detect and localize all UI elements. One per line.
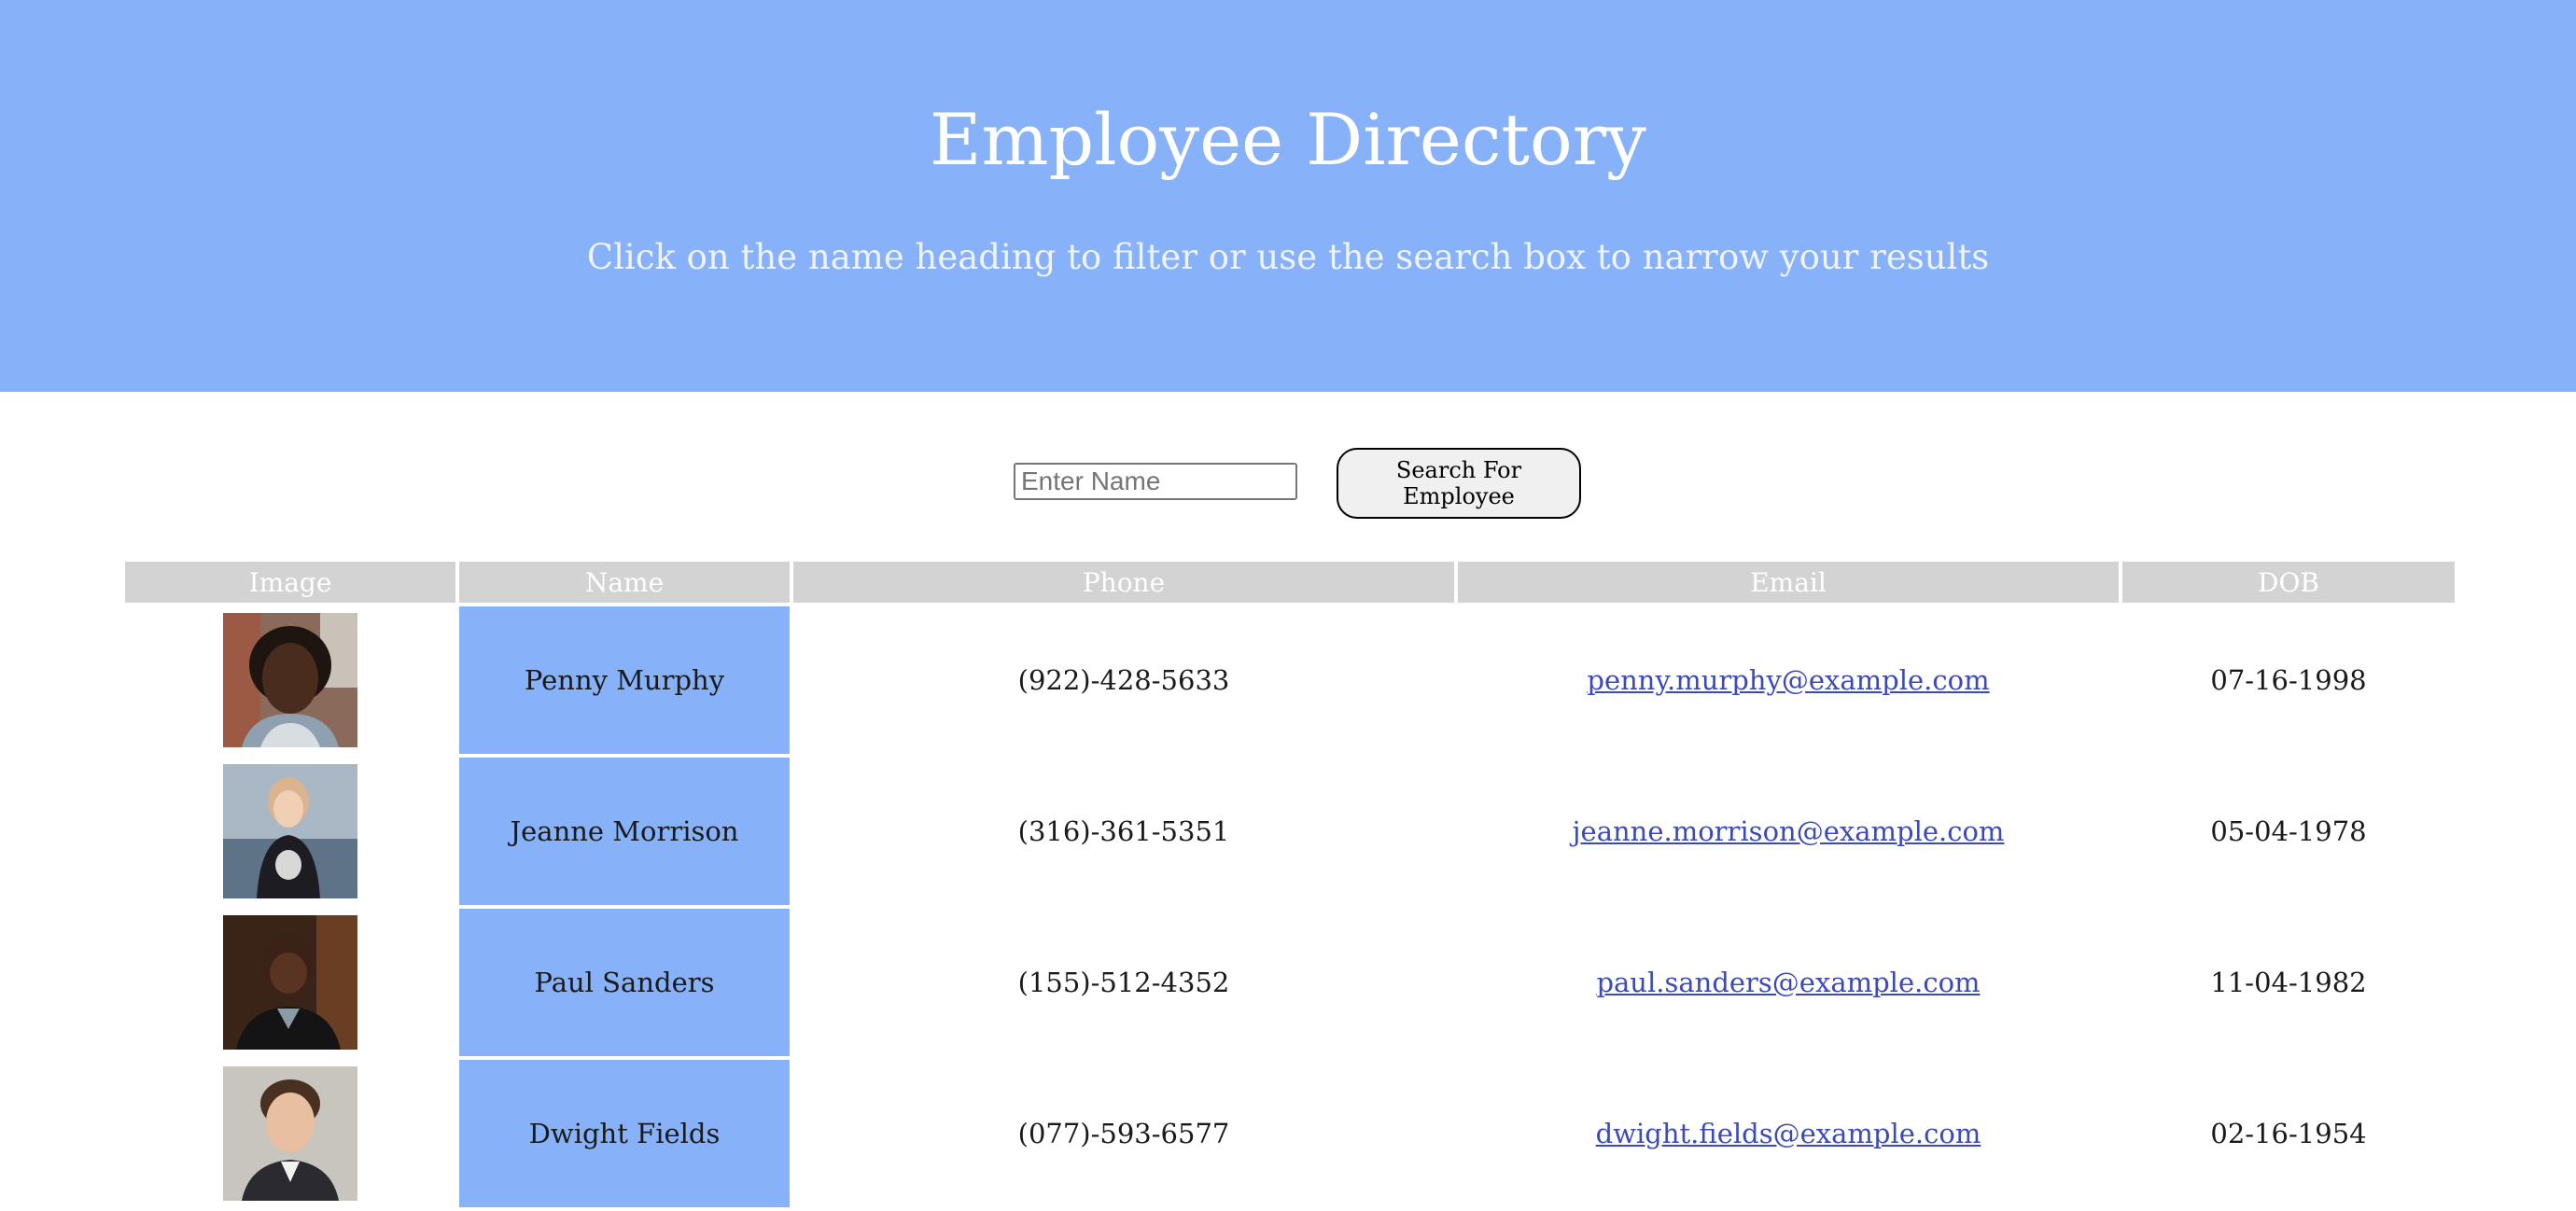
- email-cell: penny.murphy@example.com: [1458, 606, 2119, 754]
- employee-email-link[interactable]: jeanne.morrison@example.com: [1573, 815, 2005, 847]
- employee-name: Penny Murphy: [459, 606, 790, 754]
- employee-email-link[interactable]: penny.murphy@example.com: [1587, 664, 1989, 696]
- employee-photo: [223, 1066, 357, 1201]
- search-input[interactable]: [1014, 463, 1297, 500]
- image-cell: [125, 1060, 455, 1207]
- employee-photo: [223, 915, 357, 1050]
- employee-dob: 07-16-1998: [2210, 664, 2367, 696]
- employee-name: Dwight Fields: [459, 1060, 790, 1207]
- employee-table: Image Name Phone Email DOB Penny Murphy …: [121, 558, 2458, 1211]
- column-header-image: Image: [125, 562, 455, 603]
- table-row: Dwight Fields (077)-593-6577 dwight.fiel…: [125, 1060, 2455, 1207]
- employee-name: Paul Sanders: [459, 909, 790, 1056]
- employee-dob: 02-16-1954: [2210, 1118, 2367, 1149]
- table-row: Jeanne Morrison (316)-361-5351 jeanne.mo…: [125, 758, 2455, 905]
- employee-phone: (077)-593-6577: [1017, 1118, 1230, 1149]
- employee-dob: 11-04-1982: [2210, 967, 2367, 998]
- table-row: Paul Sanders (155)-512-4352 paul.sanders…: [125, 909, 2455, 1056]
- page-header: Employee Directory Click on the name hea…: [0, 0, 2576, 392]
- employee-photo: [223, 764, 357, 898]
- page-subtitle: Click on the name heading to filter or u…: [586, 237, 1990, 277]
- table-header-row: Image Name Phone Email DOB: [125, 562, 2455, 603]
- employee-name: Jeanne Morrison: [459, 758, 790, 905]
- employee-email-link[interactable]: paul.sanders@example.com: [1596, 967, 1980, 998]
- employee-email-link[interactable]: dwight.fields@example.com: [1596, 1118, 1981, 1149]
- column-header-dob: DOB: [2122, 562, 2455, 603]
- employee-photo: [223, 613, 357, 747]
- employee-phone: (316)-361-5351: [1017, 815, 1230, 847]
- employee-phone: (155)-512-4352: [1017, 967, 1230, 998]
- search-button[interactable]: Search For Employee: [1337, 448, 1581, 519]
- table-row: Penny Murphy (922)-428-5633 penny.murphy…: [125, 606, 2455, 754]
- column-header-phone: Phone: [793, 562, 1454, 603]
- email-cell: paul.sanders@example.com: [1458, 909, 2119, 1056]
- image-cell: [125, 909, 455, 1056]
- email-cell: dwight.fields@example.com: [1458, 1060, 2119, 1207]
- page-title: Employee Directory: [930, 98, 1646, 181]
- column-header-name[interactable]: Name: [459, 562, 790, 603]
- image-cell: [125, 606, 455, 754]
- column-header-email: Email: [1458, 562, 2119, 603]
- email-cell: jeanne.morrison@example.com: [1458, 758, 2119, 905]
- image-cell: [125, 758, 455, 905]
- employee-phone: (922)-428-5633: [1017, 664, 1230, 696]
- search-bar: Search For Employee: [0, 448, 2576, 519]
- employee-dob: 05-04-1978: [2210, 815, 2367, 847]
